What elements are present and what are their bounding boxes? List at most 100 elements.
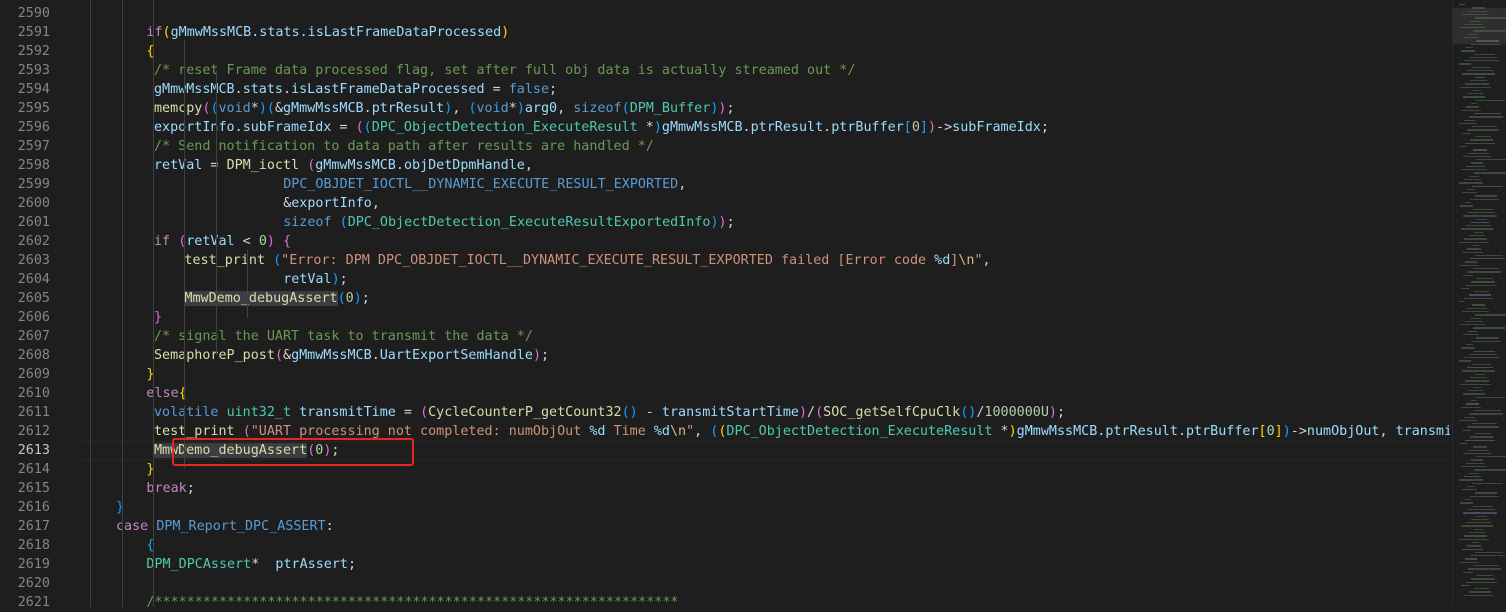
minimap-line bbox=[1460, 383, 1491, 385]
minimap-line bbox=[1474, 588, 1489, 590]
minimap-line bbox=[1459, 182, 1483, 184]
code-token: ( bbox=[363, 120, 372, 135]
code-token: objDetDpmHandle bbox=[403, 158, 525, 173]
minimap-line bbox=[1461, 525, 1493, 527]
minimap-line bbox=[1469, 294, 1491, 296]
line-number: 2598 bbox=[17, 158, 50, 173]
code-line: MmwDemo_debugAssert(0); bbox=[184, 289, 370, 308]
code-token: /***************************************… bbox=[146, 595, 679, 607]
code-token: ; bbox=[1056, 405, 1066, 420]
line-number: 2605 bbox=[17, 291, 50, 306]
code-token: 0 bbox=[345, 291, 354, 306]
minimap-line bbox=[1475, 373, 1485, 375]
minimap-line bbox=[1467, 426, 1499, 428]
minimap-line bbox=[1475, 136, 1491, 138]
line-number: 2607 bbox=[17, 329, 50, 344]
code-token: SemaphoreP_post bbox=[154, 348, 275, 363]
code-token: DPC_ObjectDetection_ExecuteResult bbox=[726, 424, 993, 439]
code-token: ptrBuffer bbox=[831, 120, 904, 135]
minimap-line bbox=[1470, 139, 1493, 141]
minimap-line bbox=[1469, 353, 1497, 356]
minimap-line bbox=[1462, 548, 1483, 550]
minimap-line bbox=[1462, 489, 1477, 491]
code-token: . bbox=[742, 120, 751, 135]
minimap-line bbox=[1476, 99, 1505, 102]
minimap-line bbox=[1460, 27, 1485, 29]
code-token: = bbox=[484, 82, 509, 97]
code-token: \n bbox=[669, 424, 687, 439]
code-token: arg0 bbox=[524, 101, 558, 116]
minimap-line bbox=[1465, 439, 1495, 441]
code-token: * bbox=[992, 424, 1009, 439]
minimap-line bbox=[1460, 145, 1467, 148]
code-token: ( bbox=[266, 101, 275, 116]
minimap-line bbox=[1464, 475, 1481, 478]
code-token: sizeof bbox=[573, 101, 622, 116]
minimap-line bbox=[1470, 495, 1499, 498]
line-number: 2618 bbox=[17, 538, 50, 553]
code-area[interactable]: if(gMmwMssMCB.stats.isLastFrameDataProce… bbox=[78, 0, 1450, 607]
code-token: DPM_Buffer bbox=[629, 101, 711, 116]
code-token: stats bbox=[259, 25, 300, 40]
minimap[interactable] bbox=[1452, 0, 1506, 607]
minimap-line bbox=[1475, 17, 1506, 19]
minimap-line bbox=[1467, 545, 1481, 547]
minimap-line bbox=[1472, 363, 1491, 366]
code-token: ) bbox=[1282, 424, 1291, 439]
code-token: DPM_DPCAssert bbox=[146, 557, 252, 572]
minimap-line bbox=[1474, 528, 1483, 531]
minimap-line bbox=[1475, 76, 1485, 78]
minimap-line bbox=[1469, 56, 1497, 59]
minimap-line bbox=[1470, 20, 1481, 22]
code-token: gMmwMssMCB bbox=[1016, 424, 1098, 439]
minimap-line bbox=[1474, 53, 1495, 55]
code-token: ( bbox=[355, 120, 364, 135]
minimap-line bbox=[1470, 376, 1487, 379]
code-token: ) bbox=[266, 234, 275, 249]
minimap-line bbox=[1466, 462, 1485, 465]
code-token: ) bbox=[718, 215, 727, 230]
minimap-line bbox=[1461, 406, 1481, 408]
line-number: 2594 bbox=[17, 82, 50, 97]
code-token: DPC_ObjectDetection_ExecuteResultExporte… bbox=[347, 215, 711, 230]
code-token: ; bbox=[186, 481, 195, 496]
code-token: memcpy bbox=[154, 101, 203, 116]
code-token: * bbox=[508, 101, 517, 116]
code-token: /* reset Frame data processed flag, set … bbox=[154, 63, 856, 78]
minimap-line bbox=[1460, 561, 1479, 564]
code-token: %d bbox=[934, 253, 951, 268]
minimap-line bbox=[1472, 541, 1479, 544]
code-line: /* reset Frame data processed flag, set … bbox=[154, 61, 855, 80]
minimap-line bbox=[1473, 327, 1505, 329]
code-token: ) bbox=[331, 272, 340, 287]
code-token: CycleCounterP_getCount32 bbox=[428, 405, 622, 420]
code-token: , bbox=[452, 101, 469, 116]
code-token: * bbox=[250, 101, 259, 116]
minimap-line bbox=[1476, 40, 1499, 42]
code-token: ) bbox=[798, 405, 808, 420]
code-token: ) bbox=[1048, 405, 1057, 420]
line-number: 2613 bbox=[17, 443, 50, 458]
code-token: { bbox=[283, 234, 292, 249]
minimap-line bbox=[1471, 281, 1495, 283]
minimap-line bbox=[1462, 73, 1495, 75]
line-number: 2604 bbox=[17, 272, 50, 287]
minimap-line bbox=[1469, 175, 1479, 177]
code-editor[interactable]: 2590 2591 2592 2593 2594 2595 2596 2597 2598 2599… bbox=[0, 0, 1506, 610]
minimap-line bbox=[1467, 70, 1493, 72]
indent-guide bbox=[90, 0, 91, 607]
minimap-line bbox=[1465, 83, 1489, 85]
line-number: 2602 bbox=[17, 234, 50, 249]
minimap-line bbox=[1464, 60, 1499, 62]
code-token: DPM_ioctl bbox=[226, 158, 300, 173]
minimap-line bbox=[1467, 307, 1487, 309]
code-token: & bbox=[274, 101, 283, 116]
minimap-line bbox=[1470, 198, 1499, 201]
code-line: if(gMmwMssMCB.stats.isLastFrameDataProce… bbox=[146, 23, 509, 42]
minimap-line bbox=[1463, 215, 1497, 217]
code-token: DPC_ObjectDetection_ExecuteResult bbox=[371, 120, 638, 135]
code-token: * bbox=[637, 120, 654, 135]
minimap-line bbox=[1459, 63, 1471, 65]
